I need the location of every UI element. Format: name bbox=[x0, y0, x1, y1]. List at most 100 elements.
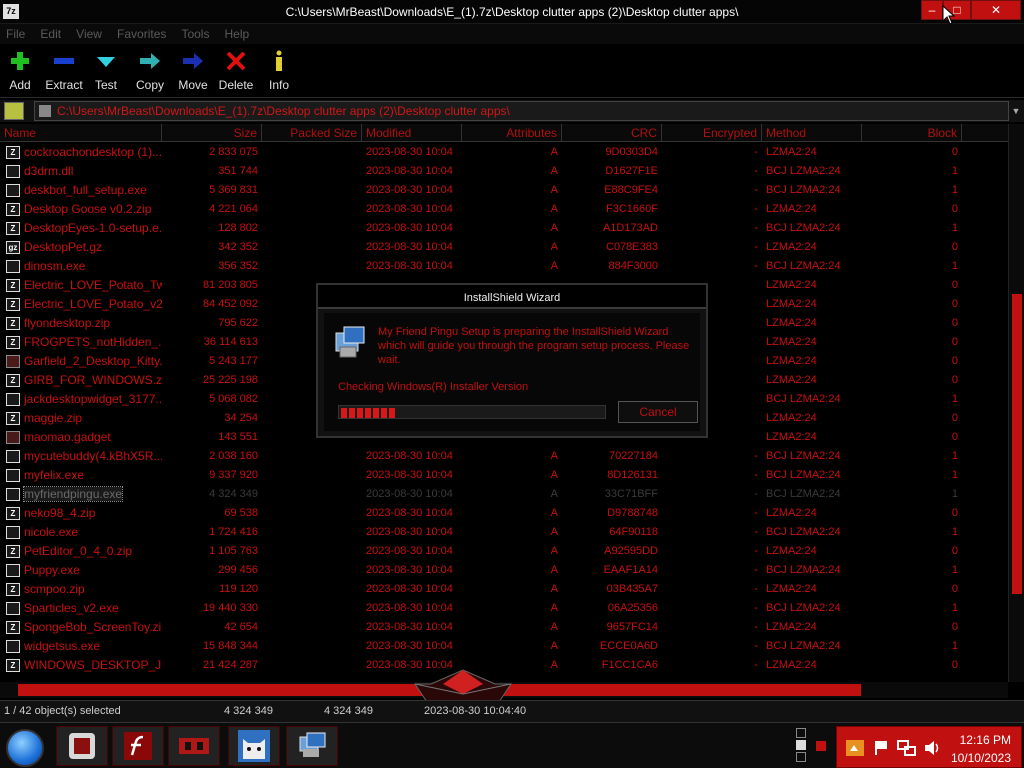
table-row[interactable]: Z DesktopEyes-1.0-setup.e... 128 802 2023-0… bbox=[0, 219, 1008, 238]
file-method: LZMA2:24 bbox=[766, 279, 817, 291]
taskbar-app-1[interactable] bbox=[56, 726, 108, 766]
file-type-icon bbox=[6, 640, 20, 653]
menu-tools[interactable]: Tools bbox=[175, 24, 215, 41]
cancel-button[interactable]: Cancel bbox=[618, 401, 698, 423]
col-header-crc[interactable]: CRC bbox=[562, 124, 662, 142]
folder-up-button[interactable] bbox=[4, 102, 24, 120]
col-header-modified[interactable]: Modified bbox=[362, 124, 462, 142]
file-name-text: PetEditor_0_4_0.zip bbox=[24, 544, 133, 558]
volume-icon[interactable] bbox=[923, 739, 941, 757]
table-row[interactable]: Sparticles_v2.exe 19 440 330 2023-08-30 10… bbox=[0, 599, 1008, 618]
table-row[interactable]: Zneko98_4.zip 69 538 2023-08-30 10:04 A D978… bbox=[0, 504, 1008, 523]
file-size: 2 038 160 bbox=[209, 450, 258, 462]
file-size: 5 243 177 bbox=[209, 355, 258, 367]
table-row[interactable]: mycutebuddy(4.kBhX5R... 2 038 160 2023-08-… bbox=[0, 447, 1008, 466]
file-packed-size bbox=[262, 200, 362, 219]
table-row[interactable]: myfelix.exe 9 337 920 2023-08-30 10:04 A 8D1… bbox=[0, 466, 1008, 485]
table-row[interactable]: d3drm.dll 351 744 2023-08-30 10:04 A D1627F1… bbox=[0, 162, 1008, 181]
move-button[interactable]: Move bbox=[169, 50, 217, 92]
table-row[interactable]: myfriendpingu.exe 4 324 349 2023-08-30 10:… bbox=[0, 485, 1008, 504]
menu-help[interactable]: Help bbox=[219, 24, 256, 41]
file-modified: 2023-08-30 10:04 bbox=[366, 222, 453, 234]
system-tray: 12:16 PM 10/10/2023 bbox=[836, 726, 1022, 768]
network-icon[interactable] bbox=[897, 739, 917, 757]
table-row[interactable]: gz DesktopPet.gz 342 352 2023-08-30 10:04 A C… bbox=[0, 238, 1008, 257]
flag-icon[interactable] bbox=[873, 739, 891, 757]
file-type-icon bbox=[6, 184, 20, 197]
col-header-name[interactable]: Name bbox=[0, 124, 162, 142]
info-button[interactable]: Info bbox=[255, 50, 303, 92]
file-size: 1 105 763 bbox=[209, 545, 258, 557]
menu-favorites[interactable]: Favorites bbox=[111, 24, 172, 41]
col-header-encrypted[interactable]: Encrypted bbox=[662, 124, 762, 142]
file-packed-size bbox=[262, 447, 362, 466]
path-dropdown-icon[interactable]: ▼ bbox=[1010, 102, 1022, 120]
file-size: 5 369 831 bbox=[209, 184, 258, 196]
file-size: 2 833 075 bbox=[209, 146, 258, 158]
path-input[interactable]: C:\Users\MrBeast\Downloads\E_(1).7z\Desk… bbox=[34, 101, 1009, 121]
taskbar-app-4[interactable] bbox=[228, 726, 280, 766]
test-button[interactable]: Test bbox=[82, 50, 130, 92]
taskbar-app-3[interactable] bbox=[168, 726, 220, 766]
red-app-icon bbox=[179, 738, 209, 754]
show-desktop-area[interactable] bbox=[796, 727, 810, 765]
delete-button[interactable]: Delete bbox=[212, 50, 260, 92]
tray-arrow-icon[interactable] bbox=[816, 741, 826, 751]
file-name: jackdesktopwidget_3177... bbox=[0, 390, 162, 409]
file-size: 143 551 bbox=[218, 431, 258, 443]
menu-view[interactable]: View bbox=[70, 24, 108, 41]
file-modified: 2023-08-30 10:04 bbox=[366, 602, 453, 614]
file-size: 795 622 bbox=[218, 317, 258, 329]
start-button[interactable] bbox=[6, 729, 44, 767]
menu-file[interactable]: File bbox=[0, 24, 31, 41]
file-packed-size bbox=[262, 238, 362, 257]
toolbar: Add Extract Test Copy Move Delete Info bbox=[0, 44, 1024, 98]
progress-block bbox=[365, 408, 371, 418]
file-method: BCJ LZMA2:24 bbox=[766, 640, 841, 652]
shield-icon[interactable] bbox=[845, 739, 865, 757]
file-name-text: flyondesktop.zip bbox=[24, 316, 111, 330]
table-row[interactable]: Puppy.exe 299 456 2023-08-30 10:04 A EAAF1A1… bbox=[0, 561, 1008, 580]
table-row[interactable]: Zcockroachondesktop (1)... 2 833 075 2023-… bbox=[0, 143, 1008, 162]
file-block: 1 bbox=[951, 450, 958, 462]
file-encrypted: - bbox=[754, 146, 758, 158]
file-method: BCJ LZMA2:24 bbox=[766, 260, 841, 272]
file-name-text: myfriendpingu.exe bbox=[22, 486, 124, 502]
progress-block bbox=[357, 408, 363, 418]
col-header-attributes[interactable]: Attributes bbox=[462, 124, 562, 142]
table-row[interactable]: deskbot_full_setup.exe 5 369 831 2023-08-3… bbox=[0, 181, 1008, 200]
file-crc: D9788748 bbox=[607, 507, 658, 519]
table-row[interactable]: nicole.exe 1 724 416 2023-08-30 10:04 A 64F9… bbox=[0, 523, 1008, 542]
clock-date[interactable]: 10/10/2023 bbox=[951, 751, 1011, 765]
add-button[interactable]: Add bbox=[0, 50, 44, 92]
minimize-button[interactable]: – bbox=[921, 0, 943, 20]
file-crc: 64F90118 bbox=[609, 526, 658, 538]
vertical-scroll-thumb[interactable] bbox=[1012, 294, 1022, 594]
file-name-text: Electric_LOVE_Potato_Tw... bbox=[24, 278, 162, 292]
close-button[interactable]: ✕ bbox=[971, 0, 1021, 20]
menu-edit[interactable]: Edit bbox=[34, 24, 67, 41]
table-row[interactable]: Zscmpoo.zip 119 120 2023-08-30 10:04 A 03B43… bbox=[0, 580, 1008, 599]
table-row[interactable]: Z Desktop Goose v0.2.zip 4 221 064 2023-08-… bbox=[0, 200, 1008, 219]
col-header-size[interactable]: Size bbox=[162, 124, 262, 142]
file-name: Zmaggie.zip bbox=[0, 409, 162, 428]
file-size: 128 802 bbox=[218, 222, 258, 234]
taskbar-app-5[interactable] bbox=[286, 726, 338, 766]
clock-time[interactable]: 12:16 PM bbox=[960, 733, 1011, 747]
table-row[interactable]: dinosm.exe 356 352 2023-08-30 10:04 A 884F30… bbox=[0, 257, 1008, 276]
file-name-text: Garfield_2_Desktop_Kitty... bbox=[24, 354, 162, 368]
table-row[interactable]: Z SpongeBob_ScreenToy.zip 42 654 2023-08-30… bbox=[0, 618, 1008, 637]
extract-button[interactable]: Extract bbox=[40, 50, 88, 92]
col-header-method[interactable]: Method bbox=[762, 124, 862, 142]
file-block: 0 bbox=[951, 374, 958, 386]
table-row[interactable]: Z PetEditor_0_4_0.zip 1 105 763 2023-08-30 … bbox=[0, 542, 1008, 561]
table-row[interactable]: widgetsus.exe 15 848 344 2023-08-30 10:04 A… bbox=[0, 637, 1008, 656]
col-header-block[interactable]: Block bbox=[862, 124, 962, 142]
file-type-icon: Z bbox=[6, 317, 20, 330]
taskbar-app-2[interactable] bbox=[112, 726, 164, 766]
col-header-packed[interactable]: Packed Size bbox=[262, 124, 362, 142]
file-crc: ECCE0A6D bbox=[599, 640, 658, 652]
vertical-scrollbar[interactable] bbox=[1008, 124, 1024, 682]
file-block: 0 bbox=[951, 431, 958, 443]
copy-button[interactable]: Copy bbox=[126, 50, 174, 92]
